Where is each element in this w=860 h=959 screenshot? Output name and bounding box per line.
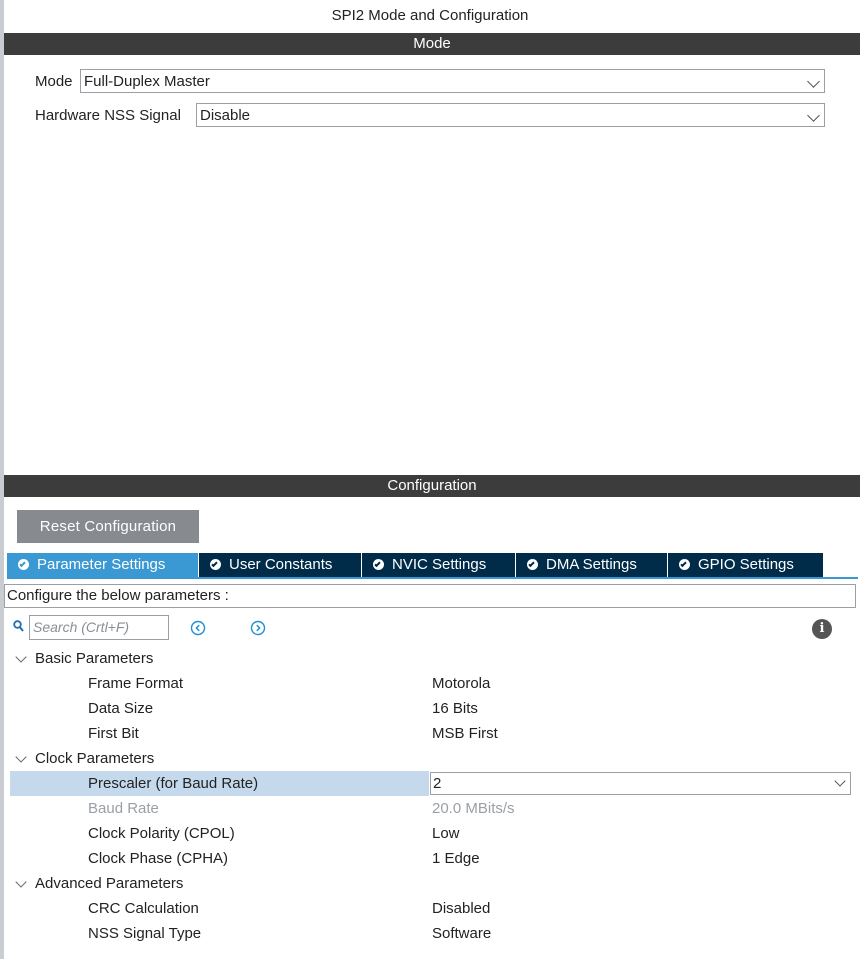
- param-baud-rate: Baud Rate 20.0 MBits/s: [0, 796, 860, 821]
- check-circle-icon: [679, 559, 690, 570]
- param-name: Baud Rate: [88, 800, 159, 817]
- param-data-size[interactable]: Data Size 16 Bits: [0, 696, 860, 721]
- mode-label: Mode: [35, 73, 73, 90]
- param-name: First Bit: [88, 725, 139, 742]
- group-label: Clock Parameters: [35, 750, 155, 767]
- check-circle-icon: [527, 559, 538, 570]
- expand-twisty-icon: [15, 876, 27, 888]
- tab-nvic-settings[interactable]: NVIC Settings: [362, 553, 515, 577]
- group-clock-parameters[interactable]: Clock Parameters: [0, 746, 860, 771]
- param-first-bit[interactable]: First Bit MSB First: [0, 721, 860, 746]
- param-nss-signal-type[interactable]: NSS Signal Type Software: [0, 921, 860, 946]
- param-value: Software: [432, 925, 492, 942]
- tab-dma-settings[interactable]: DMA Settings: [516, 553, 667, 577]
- tab-label: NVIC Settings: [392, 556, 487, 573]
- param-value: Disabled: [432, 900, 491, 917]
- param-name: Frame Format: [88, 675, 184, 692]
- tab-label: Parameter Settings: [37, 556, 166, 573]
- prescaler-select-value: 2: [433, 775, 442, 792]
- tab-label: DMA Settings: [546, 556, 637, 573]
- mode-field-row: Mode Full-Duplex Master: [4, 69, 860, 95]
- param-name: Data Size: [88, 700, 154, 717]
- param-value: 16 Bits: [432, 700, 478, 717]
- group-basic-parameters[interactable]: Basic Parameters: [0, 646, 860, 671]
- param-name: CRC Calculation: [88, 900, 199, 917]
- tab-underline: [7, 577, 858, 579]
- param-value: 1 Edge: [432, 850, 480, 867]
- prescaler-select[interactable]: 2: [430, 772, 851, 795]
- mode-header: Mode: [4, 33, 860, 55]
- param-name: NSS Signal Type: [88, 925, 202, 942]
- tab-gpio-settings[interactable]: GPIO Settings: [668, 553, 823, 577]
- chevron-down-icon: [807, 109, 820, 122]
- param-name: Clock Polarity (CPOL): [88, 825, 235, 842]
- param-name: Prescaler (for Baud Rate): [88, 775, 259, 792]
- check-circle-icon: [210, 559, 221, 570]
- param-value: Low: [432, 825, 460, 842]
- hardware-nss-row: Hardware NSS Signal Disable: [4, 103, 860, 129]
- check-circle-icon: [18, 559, 29, 570]
- group-advanced-parameters[interactable]: Advanced Parameters: [0, 871, 860, 896]
- search-input[interactable]: Search (Crtl+F): [29, 615, 169, 640]
- tab-user-constants[interactable]: User Constants: [199, 553, 361, 577]
- check-circle-icon: [373, 559, 384, 570]
- param-value: Motorola: [432, 675, 491, 692]
- tab-label: GPIO Settings: [698, 556, 794, 573]
- configure-description: Configure the below parameters :: [4, 584, 856, 608]
- mode-select-value: Full-Duplex Master: [84, 73, 210, 90]
- param-name: Clock Phase (CPHA): [88, 850, 229, 867]
- param-crc-calculation[interactable]: CRC Calculation Disabled: [0, 896, 860, 921]
- hardware-nss-select-value: Disable: [200, 107, 251, 124]
- search-icon: [13, 620, 24, 632]
- window-title: SPI2 Mode and Configuration: [331, 7, 529, 24]
- next-icon[interactable]: [250, 620, 266, 636]
- previous-icon[interactable]: [190, 620, 206, 636]
- hardware-nss-select[interactable]: Disable: [196, 103, 825, 127]
- chevron-down-icon: [807, 75, 820, 88]
- param-clock-polarity[interactable]: Clock Polarity (CPOL) Low: [0, 821, 860, 846]
- reset-configuration-button[interactable]: Reset Configuration: [17, 510, 199, 543]
- tab-parameter-settings[interactable]: Parameter Settings: [7, 553, 198, 577]
- param-prescaler[interactable]: Prescaler (for Baud Rate) 2: [0, 771, 860, 796]
- expand-twisty-icon: [15, 651, 27, 663]
- info-icon[interactable]: i: [812, 619, 832, 639]
- configuration-header: Configuration: [4, 475, 860, 497]
- param-value: MSB First: [432, 725, 498, 742]
- param-clock-phase[interactable]: Clock Phase (CPHA) 1 Edge: [0, 846, 860, 871]
- group-label: Basic Parameters: [35, 650, 154, 667]
- mode-select[interactable]: Full-Duplex Master: [80, 69, 825, 93]
- expand-twisty-icon: [15, 751, 27, 763]
- tab-label: User Constants: [229, 556, 333, 573]
- parameter-tree: Basic Parameters Frame Format Motorola D…: [0, 646, 860, 946]
- group-label: Advanced Parameters: [35, 875, 184, 892]
- param-frame-format[interactable]: Frame Format Motorola: [0, 671, 860, 696]
- hardware-nss-label: Hardware NSS Signal: [35, 107, 181, 124]
- chevron-down-icon: [834, 775, 846, 787]
- param-value: 20.0 MBits/s: [432, 800, 515, 817]
- search-placeholder: Search (Crtl+F): [33, 619, 130, 635]
